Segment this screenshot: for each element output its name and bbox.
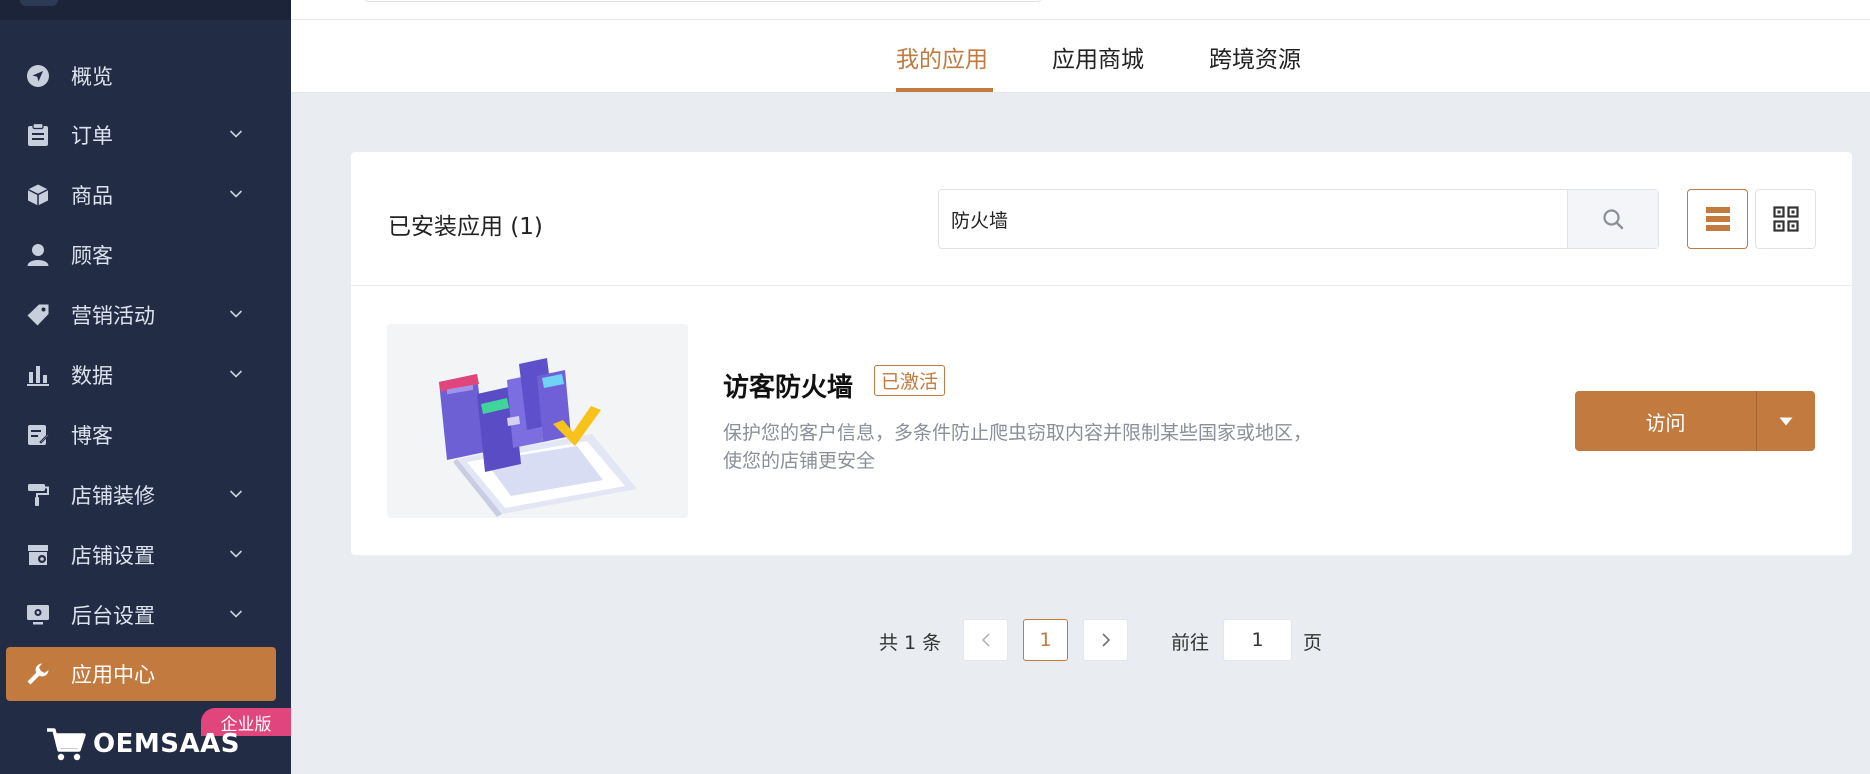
chevron-left-icon	[981, 633, 990, 647]
chevron-down-icon	[229, 610, 243, 618]
list-view-icon	[1705, 207, 1730, 231]
chevron-right-icon	[1101, 633, 1110, 647]
user-icon	[26, 243, 50, 267]
sidebar-item-label: 博客	[71, 424, 113, 448]
sidebar-top-knob	[20, 0, 58, 6]
grid-view-button[interactable]	[1755, 189, 1816, 249]
app-name: 访客防火墙	[723, 373, 854, 403]
sidebar-item-label: 商品	[71, 184, 113, 208]
page-suffix: 页	[1303, 632, 1323, 654]
tab-my-apps[interactable]: 我的应用	[896, 40, 988, 74]
sidebar-item-store-settings[interactable]: 店铺设置	[0, 529, 291, 581]
sidebar-item-label: 订单	[71, 124, 113, 148]
firewall-illustration	[439, 358, 637, 517]
chevron-down-icon	[229, 190, 243, 198]
sidebar-item-label: 数据	[71, 364, 113, 388]
chevron-down-icon	[229, 490, 243, 498]
next-page-button[interactable]	[1083, 619, 1128, 661]
top-tab-bar: 我的应用 应用商城 跨境资源	[291, 0, 1870, 93]
app-description: 保护您的客户信息，多条件防止爬虫窃取内容并限制某些国家或地区， 使您的店铺更安全	[723, 419, 1423, 475]
card-divider	[351, 285, 1852, 286]
sidebar-item-label: 概览	[71, 65, 113, 89]
list-view-button[interactable]	[1687, 189, 1748, 249]
sidebar-item-data[interactable]: 数据	[0, 349, 291, 401]
caret-down-icon	[1779, 417, 1793, 425]
store-settings-icon	[26, 543, 50, 567]
sidebar-item-overview[interactable]: 概览	[0, 50, 291, 102]
app-search-input[interactable]	[939, 190, 1567, 248]
visit-dropdown-button[interactable]	[1757, 391, 1815, 451]
active-tab-indicator	[896, 88, 993, 92]
sidebar-item-store-design[interactable]: 店铺装修	[0, 469, 291, 521]
sidebar-item-label: 后台设置	[71, 604, 155, 628]
chevron-down-icon	[229, 310, 243, 318]
bar-chart-icon	[26, 363, 50, 387]
wrench-icon	[26, 662, 50, 686]
sidebar-item-label: 店铺装修	[71, 484, 155, 508]
app-thumbnail	[387, 324, 688, 518]
visit-button[interactable]: 访问	[1575, 391, 1756, 451]
search-button[interactable]	[1567, 190, 1658, 248]
visit-split-button: 访问	[1575, 391, 1815, 451]
sidebar-item-app-center[interactable]: 应用中心	[6, 647, 276, 701]
grid-view-icon	[1772, 206, 1799, 232]
sidebar-item-label: 顾客	[71, 244, 113, 268]
installed-apps-card: 已安装应用 (1) 访客防火墙 已	[351, 152, 1852, 555]
tag-icon	[26, 303, 50, 327]
pagination-total: 共 1 条	[879, 632, 942, 654]
search-icon	[1603, 209, 1624, 230]
brand-name: OEMSAAS	[93, 729, 240, 759]
app-search-box	[938, 189, 1659, 249]
send-icon	[26, 64, 50, 88]
chevron-down-icon	[229, 550, 243, 558]
clipboard-icon	[26, 123, 50, 147]
sidebar-item-products[interactable]: 商品	[0, 169, 291, 221]
app-description-line: 保护您的客户信息，多条件防止爬虫窃取内容并限制某些国家或地区，	[723, 422, 1313, 444]
paint-roller-icon	[26, 483, 50, 507]
sidebar-item-label: 营销活动	[71, 304, 155, 328]
sidebar-item-customers[interactable]: 顾客	[0, 229, 291, 281]
monitor-settings-icon	[26, 603, 50, 627]
sidebar: 概览 订单 商品 顾客 营销活动 数据 博客 店铺装修 店铺设置 后台设置 应用…	[0, 0, 291, 774]
chevron-down-icon	[229, 370, 243, 378]
prev-page-button[interactable]	[963, 619, 1008, 661]
tab-cross-border-resources[interactable]: 跨境资源	[1209, 40, 1301, 74]
status-badge: 已激活	[874, 365, 946, 396]
box-icon	[26, 183, 50, 207]
brand: 企业版 OEMSAAS	[0, 708, 291, 774]
sidebar-item-admin-settings[interactable]: 后台设置	[0, 589, 291, 641]
app-description-line: 使您的店铺更安全	[723, 450, 876, 472]
installed-apps-title: 已安装应用 (1)	[388, 214, 543, 240]
goto-page-input[interactable]	[1223, 619, 1292, 661]
chevron-down-icon	[229, 130, 243, 138]
sidebar-item-orders[interactable]: 订单	[0, 109, 291, 161]
edit-note-icon	[26, 423, 50, 447]
sidebar-item-blog[interactable]: 博客	[0, 409, 291, 461]
header-divider	[291, 19, 1870, 20]
goto-label: 前往	[1171, 632, 1210, 654]
shopping-cart-icon	[47, 728, 86, 761]
sidebar-item-label: 应用中心	[71, 663, 155, 687]
page-number-button[interactable]: 1	[1023, 619, 1068, 661]
sidebar-item-marketing[interactable]: 营销活动	[0, 289, 291, 341]
top-search-edge	[363, 0, 1043, 2]
sidebar-top-bar	[0, 0, 291, 20]
tab-app-store[interactable]: 应用商城	[1052, 40, 1144, 74]
sidebar-item-label: 店铺设置	[71, 544, 155, 568]
